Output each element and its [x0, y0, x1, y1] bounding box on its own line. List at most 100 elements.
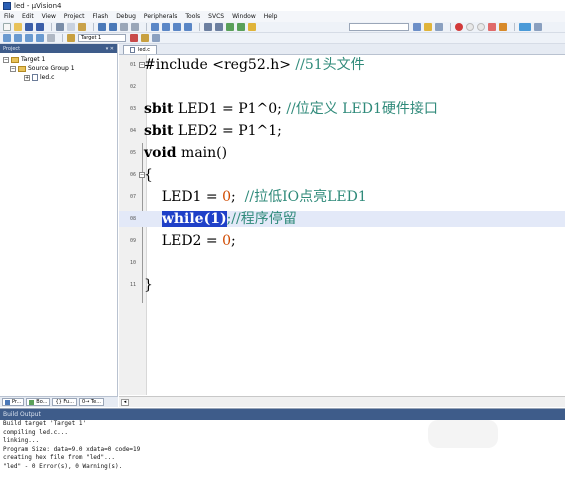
stop-build-icon[interactable]	[47, 34, 55, 42]
code-line[interactable]: 03 sbit LED1 = P1^0; //位定义 LED1硬件接口	[119, 101, 565, 117]
line-number: 03	[129, 106, 136, 112]
navigate-forward-icon[interactable]	[131, 23, 139, 31]
menu-help[interactable]: Help	[264, 13, 278, 20]
batch-build-icon[interactable]	[36, 34, 44, 42]
redo-icon[interactable]	[109, 23, 117, 31]
disable-breakpoint-icon[interactable]	[477, 23, 485, 31]
menu-peripherals[interactable]: Peripherals	[144, 13, 177, 20]
cut-icon[interactable]	[56, 23, 64, 31]
code-text: #include <reg52.h> //51头文件	[144, 57, 365, 73]
menu-edit[interactable]: Edit	[22, 13, 34, 20]
navigate-back-icon[interactable]	[120, 23, 128, 31]
menu-view[interactable]: View	[42, 13, 56, 20]
window-layout-icon[interactable]	[519, 23, 531, 31]
tree-item-file[interactable]: + led.c	[0, 73, 117, 82]
code-line-current[interactable]: 08 while(1);//程序停留	[119, 211, 565, 227]
new-file-icon[interactable]	[3, 23, 11, 31]
collapse-icon[interactable]: −	[10, 65, 16, 72]
prev-bookmark-icon[interactable]	[162, 23, 170, 31]
code-line[interactable]: 01 − #include <reg52.h> //51头文件	[119, 57, 565, 73]
breakpoint-icon[interactable]	[466, 23, 474, 31]
code-line[interactable]: 07 LED1 = 0; //拉低IO点亮LED1	[119, 189, 565, 205]
code-text: sbit LED1 = P1^0; //位定义 LED1硬件接口	[144, 101, 438, 117]
horizontal-scrollbar[interactable]: ◂	[119, 396, 565, 407]
scroll-left-icon[interactable]: ◂	[121, 399, 129, 406]
tab-books[interactable]: Bo...	[26, 398, 51, 406]
rebuild-icon[interactable]	[25, 34, 33, 42]
find-in-files-icon[interactable]	[248, 23, 256, 31]
find-input[interactable]	[349, 23, 409, 31]
clear-bookmarks-icon[interactable]	[184, 23, 192, 31]
target-select[interactable]: Target 1	[78, 34, 126, 42]
code-text: {	[144, 167, 153, 183]
code-line[interactable]: 04 sbit LED2 = P1^1;	[119, 123, 565, 139]
tab-templates[interactable]: 0→ Te...	[78, 398, 104, 406]
code-text: sbit LED2 = P1^1;	[144, 123, 282, 139]
c-file-icon	[130, 47, 135, 53]
panel-controls[interactable]: ▾ ✕	[106, 46, 114, 52]
c-file-icon	[32, 74, 38, 81]
open-folder-icon[interactable]	[14, 23, 22, 31]
tree-item-target[interactable]: − Target 1	[0, 55, 117, 64]
menu-debug[interactable]: Debug	[116, 13, 136, 20]
indent-icon[interactable]	[204, 23, 212, 31]
build-icon[interactable]	[14, 34, 22, 42]
tree-item-source-group[interactable]: − Source Group 1	[0, 64, 117, 73]
download-icon[interactable]	[67, 34, 75, 42]
configure-icon[interactable]	[534, 23, 542, 31]
target-options-icon[interactable]	[130, 34, 138, 42]
tab-functions[interactable]: {} Fu...	[52, 398, 77, 406]
project-panel: Project ▾ ✕ − Target 1 − Source Group 1 …	[0, 44, 118, 407]
translate-icon[interactable]	[3, 34, 11, 42]
uncomment-icon[interactable]	[237, 23, 245, 31]
number-literal: 0	[222, 189, 232, 205]
save-icon[interactable]	[25, 23, 33, 31]
copy-icon[interactable]	[67, 23, 75, 31]
code-line[interactable]: 06 − {	[119, 167, 565, 183]
tree-label: led.c	[40, 74, 55, 81]
save-all-icon[interactable]	[36, 23, 44, 31]
debug-settings-icon[interactable]	[499, 23, 507, 31]
group-folder-icon	[18, 65, 26, 72]
comment-icon[interactable]	[226, 23, 234, 31]
code-fragment: LED2 =	[144, 233, 223, 249]
file-extensions-icon[interactable]	[141, 34, 149, 42]
code-line[interactable]: 11 }	[119, 277, 565, 293]
incremental-find-icon[interactable]	[424, 23, 432, 31]
tab-project[interactable]: Pr...	[2, 398, 25, 406]
tab-led-c[interactable]: led.c	[123, 45, 157, 54]
code-text: void main()	[144, 145, 227, 161]
debug-session-icon[interactable]	[455, 23, 463, 31]
menu-svcs[interactable]: SVCS	[208, 13, 224, 20]
code-line[interactable]: 02	[119, 79, 565, 95]
code-line[interactable]: 09 LED2 = 0;	[119, 233, 565, 249]
code-fragment: LED1 =	[144, 189, 223, 205]
zoom-search-icon[interactable]	[435, 23, 443, 31]
code-text: }	[144, 277, 153, 293]
code-fragment: {	[144, 167, 153, 183]
keyword: void	[144, 145, 177, 161]
code-line[interactable]: 05 void main()	[119, 145, 565, 161]
menu-window[interactable]: Window	[232, 13, 256, 20]
menu-file[interactable]: File	[4, 13, 14, 20]
line-number: 04	[129, 128, 136, 134]
kill-breakpoints-icon[interactable]	[488, 23, 496, 31]
menu-bar: File Edit View Project Flash Debug Perip…	[0, 11, 565, 22]
line-number: 06	[129, 172, 136, 178]
unindent-icon[interactable]	[215, 23, 223, 31]
find-icon[interactable]	[413, 23, 421, 31]
editor-area: led.c 01 − #include <reg52.h> //51头文件 02…	[119, 44, 565, 407]
menu-tools[interactable]: Tools	[185, 13, 200, 20]
undo-icon[interactable]	[98, 23, 106, 31]
build-output-line: "led" - 0 Error(s), 0 Warning(s).	[3, 462, 123, 470]
expand-icon[interactable]: +	[24, 74, 30, 81]
menu-project[interactable]: Project	[64, 13, 85, 20]
collapse-icon[interactable]: −	[3, 56, 9, 63]
paste-icon[interactable]	[78, 23, 86, 31]
code-line[interactable]: 10	[119, 255, 565, 271]
manage-components-icon[interactable]	[152, 34, 160, 42]
project-icon	[5, 399, 10, 405]
menu-flash[interactable]: Flash	[92, 13, 108, 20]
next-bookmark-icon[interactable]	[173, 23, 181, 31]
bookmark-icon[interactable]	[151, 23, 159, 31]
